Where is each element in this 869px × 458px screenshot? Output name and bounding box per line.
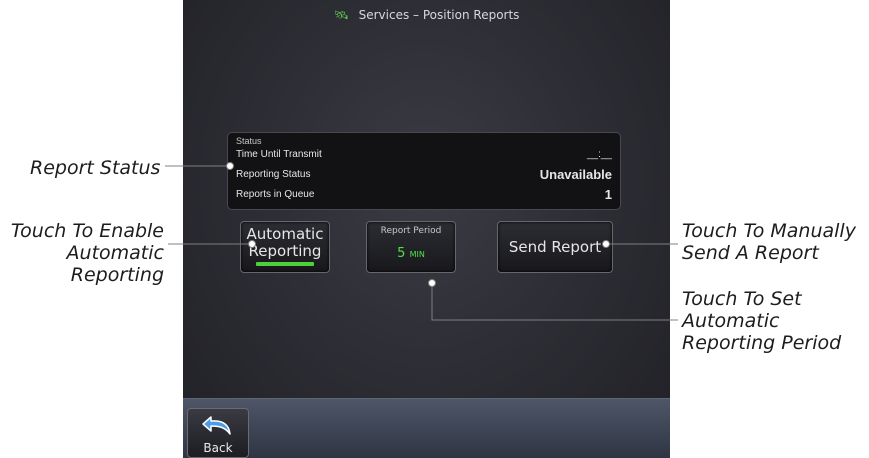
callout-dot [602,240,610,248]
callout-leader-lines [165,162,678,321]
callout-dot [226,162,234,170]
callout-dot [248,240,256,248]
callout-dot [428,279,436,287]
leader-set-period [431,283,678,321]
